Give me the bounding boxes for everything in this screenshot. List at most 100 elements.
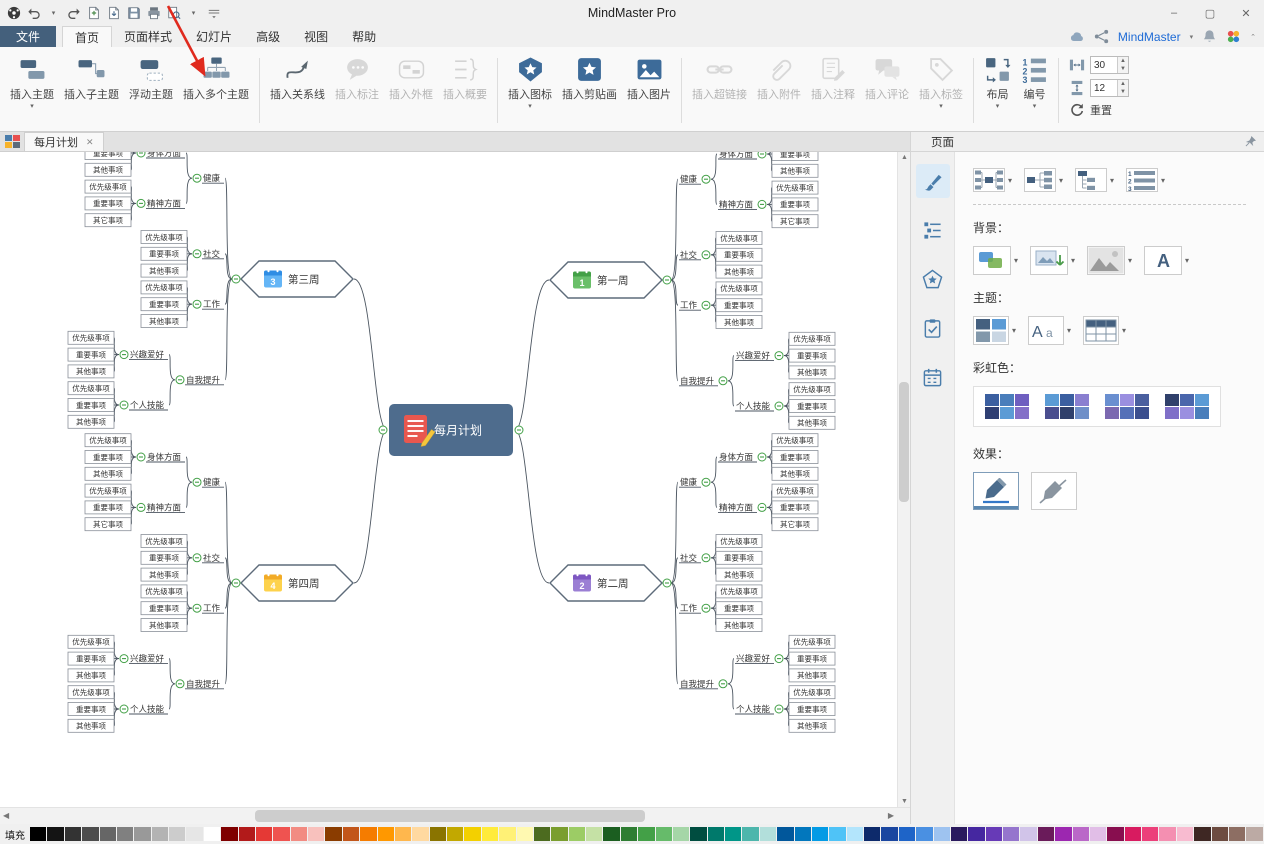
- week-topic[interactable]: 2第二周: [550, 565, 662, 601]
- collapse-icon[interactable]: [176, 680, 184, 688]
- mindmap-canvas[interactable]: 健康身体方面优先级事项重要事项其他事项精神方面优先级事项重要事项其它事项社交优先…: [0, 152, 897, 807]
- collapse-icon[interactable]: [137, 453, 145, 461]
- central-topic-label[interactable]: 每月计划: [434, 423, 482, 438]
- mindmap-leaf-node[interactable]: 优先级事项: [68, 635, 114, 648]
- collapse-icon[interactable]: [775, 705, 783, 713]
- category-topic-label[interactable]: 健康: [680, 477, 698, 487]
- mindmap-leaf-node[interactable]: 重要事项: [716, 551, 762, 564]
- color-swatch[interactable]: [360, 827, 376, 841]
- category-topic-label[interactable]: 健康: [680, 174, 698, 184]
- category-topic-label[interactable]: 工作: [680, 300, 698, 310]
- mindmap-leaf-node[interactable]: 优先级事项: [789, 635, 835, 648]
- color-swatch[interactable]: [152, 827, 168, 841]
- layout-button[interactable]: 布局▾: [979, 53, 1016, 113]
- color-swatch[interactable]: [447, 827, 463, 841]
- number-button[interactable]: 123编号▾: [1016, 53, 1053, 113]
- mindmap-leaf-node[interactable]: 其他事项: [772, 164, 818, 177]
- category-topic-label[interactable]: 自我提升: [680, 679, 715, 689]
- color-swatch[interactable]: [708, 827, 724, 841]
- subcategory-topic-label[interactable]: 身体方面: [147, 452, 182, 462]
- category-topic-label[interactable]: 工作: [203, 299, 221, 309]
- mindmap-leaf-node[interactable]: 重要事项: [85, 501, 131, 514]
- outline-icon[interactable]: [916, 213, 950, 247]
- mindmap-leaf-node[interactable]: 重要事项: [85, 152, 131, 160]
- color-swatch[interactable]: [1177, 827, 1193, 841]
- chevron-down-icon[interactable]: ▾: [30, 104, 34, 110]
- mindmap-leaf-node[interactable]: 优先级事项: [716, 282, 762, 295]
- subcategory-topic-label[interactable]: 精神方面: [147, 502, 182, 512]
- color-swatch[interactable]: [621, 827, 637, 841]
- mindmap-leaf-node[interactable]: 优先级事项: [85, 484, 131, 497]
- subcategory-topic-label[interactable]: 兴趣爱好: [130, 654, 165, 664]
- week-topic-label[interactable]: 第二周: [597, 577, 629, 590]
- mindmap-leaf-node[interactable]: 重要事项: [141, 298, 187, 311]
- mindmap-leaf-node[interactable]: 其它事项: [772, 518, 818, 531]
- mindmap-leaf-node[interactable]: 重要事项: [772, 198, 818, 211]
- mindmap-leaf-node[interactable]: 其他事项: [789, 416, 835, 429]
- subcategory-topic-label[interactable]: 精神方面: [719, 502, 754, 512]
- mindmap-leaf-node[interactable]: 其他事项: [85, 467, 131, 480]
- collapse-icon[interactable]: [120, 401, 128, 409]
- mindmap-leaf-node[interactable]: 重要事项: [68, 348, 114, 361]
- collapse-icon[interactable]: [193, 478, 201, 486]
- color-swatch[interactable]: [117, 827, 133, 841]
- customize-toolbar-icon[interactable]: [204, 4, 223, 23]
- collapse-icon[interactable]: [137, 503, 145, 511]
- mindmap-leaf-node[interactable]: 优先级事项: [772, 181, 818, 194]
- category-topic-label[interactable]: 社交: [203, 553, 221, 563]
- workspace-icon[interactable]: [5, 135, 20, 148]
- collapse-icon[interactable]: [702, 251, 710, 259]
- chevron-down-icon[interactable]: ▾: [1110, 176, 1114, 185]
- color-swatch[interactable]: [934, 827, 950, 841]
- category-topic-label[interactable]: 工作: [203, 603, 221, 613]
- background-option-1[interactable]: ▾: [973, 246, 1018, 275]
- print-preview-icon[interactable]: [164, 4, 183, 23]
- color-swatch[interactable]: [881, 827, 897, 841]
- collapse-icon[interactable]: [719, 680, 727, 688]
- collapse-icon[interactable]: [702, 175, 710, 183]
- chevron-down-icon[interactable]: ▾: [1071, 256, 1075, 265]
- color-swatch[interactable]: [986, 827, 1002, 841]
- floating-button[interactable]: 浮动主题: [124, 53, 178, 105]
- chevron-down-icon[interactable]: ▾: [1059, 176, 1063, 185]
- collapse-icon[interactable]: [232, 275, 240, 283]
- subcategory-topic-label[interactable]: 身体方面: [719, 152, 754, 159]
- color-swatch[interactable]: [864, 827, 880, 841]
- import-file-icon[interactable]: [104, 4, 123, 23]
- color-swatch[interactable]: [1125, 827, 1141, 841]
- color-swatch[interactable]: [395, 827, 411, 841]
- mindmap-leaf-node[interactable]: 重要事项: [772, 152, 818, 161]
- color-swatch[interactable]: [638, 827, 654, 841]
- mindmap-leaf-node[interactable]: 其他事项: [141, 619, 187, 632]
- mindmap-leaf-node[interactable]: 优先级事项: [141, 281, 187, 294]
- category-topic-label[interactable]: 自我提升: [186, 679, 221, 689]
- scroll-left-icon[interactable]: ◀: [3, 811, 9, 820]
- color-swatch[interactable]: [899, 827, 915, 841]
- theme-option-3[interactable]: ▾: [1083, 316, 1126, 345]
- vertical-scrollbar[interactable]: ▲ ▼: [897, 152, 910, 807]
- tab-page-style[interactable]: 页面样式: [112, 26, 184, 47]
- tab-file[interactable]: 文件: [0, 26, 56, 47]
- effect-option-1[interactable]: [973, 472, 1019, 510]
- color-swatch[interactable]: [499, 827, 515, 841]
- document-close-icon[interactable]: ✕: [86, 137, 94, 148]
- collapse-icon[interactable]: [515, 426, 523, 434]
- week-topic-label[interactable]: 第三周: [288, 273, 320, 286]
- chevron-down-icon[interactable]: ▾: [939, 104, 943, 110]
- rainbow-palette-2[interactable]: [1045, 394, 1089, 419]
- collapse-icon[interactable]: [775, 655, 783, 663]
- color-swatch[interactable]: [1055, 827, 1071, 841]
- mindmap-leaf-node[interactable]: 其他事项: [141, 568, 187, 581]
- mindmap-leaf-node[interactable]: 其他事项: [68, 415, 114, 428]
- h-spacing-down-icon[interactable]: ▼: [1118, 65, 1128, 73]
- undo-icon[interactable]: [24, 4, 43, 23]
- chevron-down-icon[interactable]: ▾: [1185, 256, 1189, 265]
- subcategory-topic-label[interactable]: 精神方面: [147, 198, 182, 208]
- clipart-panel-icon[interactable]: [916, 262, 950, 296]
- mindmap-leaf-node[interactable]: 优先级事项: [141, 231, 187, 244]
- color-swatch[interactable]: [134, 827, 150, 841]
- calendar-panel-icon[interactable]: [916, 360, 950, 394]
- chevron-down-icon[interactable]: ▾: [1008, 176, 1012, 185]
- app-logo-icon[interactable]: [4, 4, 23, 23]
- category-topic-label[interactable]: 社交: [203, 249, 221, 259]
